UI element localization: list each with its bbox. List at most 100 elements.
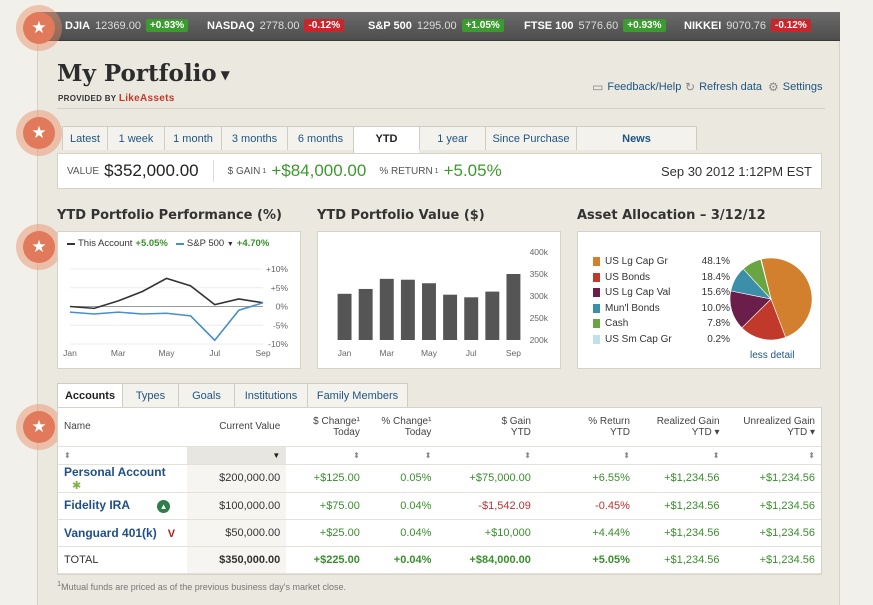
cell-unrealized: +$1,234.56 — [725, 519, 821, 547]
x-tick-label: May — [158, 348, 175, 358]
settings-link[interactable]: ⚙ Settings — [768, 80, 823, 94]
ticker-symbol: NASDAQ — [207, 19, 255, 32]
tab-6-months[interactable]: 6 months — [287, 126, 353, 150]
cell-return: -0.45% — [536, 492, 636, 520]
value-heading: YTD Portfolio Value ($) — [317, 208, 485, 223]
tab-accounts[interactable]: Accounts — [57, 383, 122, 407]
sort-icon[interactable]: ⬍ — [536, 446, 636, 465]
cell-change: +$125.00 — [286, 464, 366, 493]
tab-ytd[interactable]: YTD — [353, 126, 419, 153]
period-tabs: Latest 1 week 1 month 3 months 6 months … — [62, 126, 697, 153]
col-pct-change[interactable]: % Change¹ Today — [365, 408, 438, 447]
sort-icon[interactable]: ⬍ — [635, 446, 726, 465]
col-realized-gain[interactable]: Realized Gain YTD ▾ — [635, 408, 726, 447]
bar — [464, 297, 479, 340]
value-chart-card: 400k 350k 300k 250k 200k Jan Mar May Jul Sep — [317, 231, 561, 369]
x-tick-label: Jul — [466, 348, 477, 358]
ticker-change: +0.93% — [623, 19, 666, 32]
tab-since-purchase[interactable]: Since Purchase — [485, 126, 576, 150]
col-dollar-change[interactable]: $ Change¹ Today — [286, 408, 366, 447]
tab-1-year[interactable]: 1 year — [419, 126, 485, 150]
table-header-row: Name Current Value $ Change¹ Today % Cha… — [58, 408, 821, 447]
sort-icon[interactable]: ⬍ — [725, 446, 821, 465]
ticker-change: -0.12% — [771, 19, 811, 32]
y-tick-label: +10% — [266, 264, 288, 274]
refresh-link[interactable]: ↻ Refresh data — [685, 80, 762, 94]
sort-icon[interactable]: ⬍ — [286, 446, 366, 465]
col-pct-return[interactable]: % Return YTD — [536, 408, 636, 447]
bar — [358, 288, 373, 340]
cell-pct-change: 0.05% — [365, 464, 438, 493]
allocation-pct: 0.2% — [707, 333, 730, 345]
x-tick-label: Mar — [111, 348, 126, 358]
y-tick-label: 200k — [530, 335, 549, 345]
portfolio-summary: VALUE $352,000.00 $ GAIN 1 +$84,000.00 % … — [57, 153, 822, 189]
allocation-pct: 7.8% — [707, 318, 730, 330]
value-label: VALUE — [67, 165, 100, 177]
footnote-text: Mutual funds are priced as of the previo… — [61, 582, 347, 592]
cell-pct-change: 0.04% — [365, 519, 438, 547]
timestamp: Sep 30 2012 1:12PM EST — [660, 163, 812, 179]
legend-swatch — [593, 257, 600, 267]
account-link[interactable]: Vanguard 401(k) — [64, 526, 157, 540]
allocation-pct: 48.1% — [701, 256, 730, 268]
x-tick-label: Jan — [63, 348, 77, 358]
separator — [212, 160, 214, 182]
portfolio-title-dropdown[interactable]: My Portfolio ▼ — [57, 60, 230, 87]
col-name[interactable]: Name — [58, 408, 187, 447]
y-tick-label: 250k — [530, 313, 549, 323]
allocation-card: US Lg Cap Gr 48.1% US Bonds 18.4% US Lg Cap … — [577, 231, 821, 369]
tab-goals[interactable]: Goals — [178, 383, 234, 407]
allocation-label: US Lg Cap Val — [605, 287, 671, 299]
col-dollar-gain[interactable]: $ Gain YTD — [437, 408, 537, 447]
x-tick-label: May — [421, 348, 438, 358]
col-unrealized-gain[interactable]: Unrealized Gain YTD ▾ — [725, 408, 821, 447]
bar — [443, 294, 458, 340]
bar — [422, 283, 436, 340]
tab-institutions[interactable]: Institutions — [234, 383, 307, 407]
ticker-symbol: NIKKEI — [684, 19, 722, 32]
feedback-link[interactable]: ▭ Feedback/Help — [592, 80, 681, 94]
bar — [400, 279, 415, 340]
less-detail-link[interactable]: less detail — [750, 350, 794, 361]
tab-1-month[interactable]: 1 month — [164, 126, 221, 150]
total-pct-change: +0.04% — [365, 546, 438, 574]
refresh-label: Refresh data — [699, 81, 763, 93]
ticker-change: +0.93% — [145, 19, 189, 32]
total-return: +5.05% — [536, 546, 636, 574]
legend-swatch — [593, 288, 600, 298]
portfolio-value: $352,000.00 — [104, 161, 199, 180]
x-tick-label: Sep — [255, 348, 270, 358]
provided-by-label: PROVIDED BY — [58, 94, 117, 103]
cell-return: +4.44% — [536, 519, 636, 547]
sort-icon[interactable]: ⬍ — [365, 446, 438, 465]
ticker-bar: DJIA 12369.00 +0.93% NASDAQ 2778.00 -0.12% S… — [37, 12, 840, 41]
total-realized: +$1,234.56 — [635, 546, 726, 574]
performance-chart-card: This Account +5.05% S&P 500 ▼ +4.70% +10… — [57, 231, 301, 369]
col-current-value[interactable]: Current Value — [186, 408, 287, 447]
y-tick-label: -5% — [273, 320, 289, 330]
footnote-ref: 1 — [262, 167, 267, 175]
tab-1-week[interactable]: 1 week — [107, 126, 164, 150]
ticker-symbol: S&P 500 — [368, 19, 412, 32]
legend-swatch — [593, 334, 600, 344]
x-tick-label: Mar — [379, 348, 394, 358]
tab-types[interactable]: Types — [122, 383, 178, 407]
account-link[interactable]: Personal Account — [64, 465, 166, 479]
account-link[interactable]: Fidelity IRA — [64, 498, 130, 512]
sort-icon[interactable]: ⬍ — [58, 446, 187, 465]
sort-icon[interactable]: ⬍ — [437, 446, 537, 465]
cell-realized: +$1,234.56 — [635, 492, 726, 520]
tab-3-months[interactable]: 3 months — [221, 126, 287, 150]
allocation-label: Mun'l Bonds — [605, 302, 660, 314]
speech-bubble-icon: ▭ — [592, 80, 604, 94]
tab-family-members[interactable]: Family Members — [307, 383, 408, 407]
allocation-legend-row: US Bonds 18.4% — [593, 270, 730, 286]
tab-latest[interactable]: Latest — [62, 126, 107, 150]
cell-realized: +$1,234.56 — [635, 464, 726, 493]
tab-news[interactable]: News — [576, 126, 697, 150]
cell-change: +$75.00 — [286, 492, 366, 520]
star-marker-icon: ★ — [16, 110, 62, 156]
sort-icon[interactable]: ▼ — [186, 446, 287, 465]
allocation-legend-row: US Lg Cap Gr 48.1% — [593, 254, 730, 270]
